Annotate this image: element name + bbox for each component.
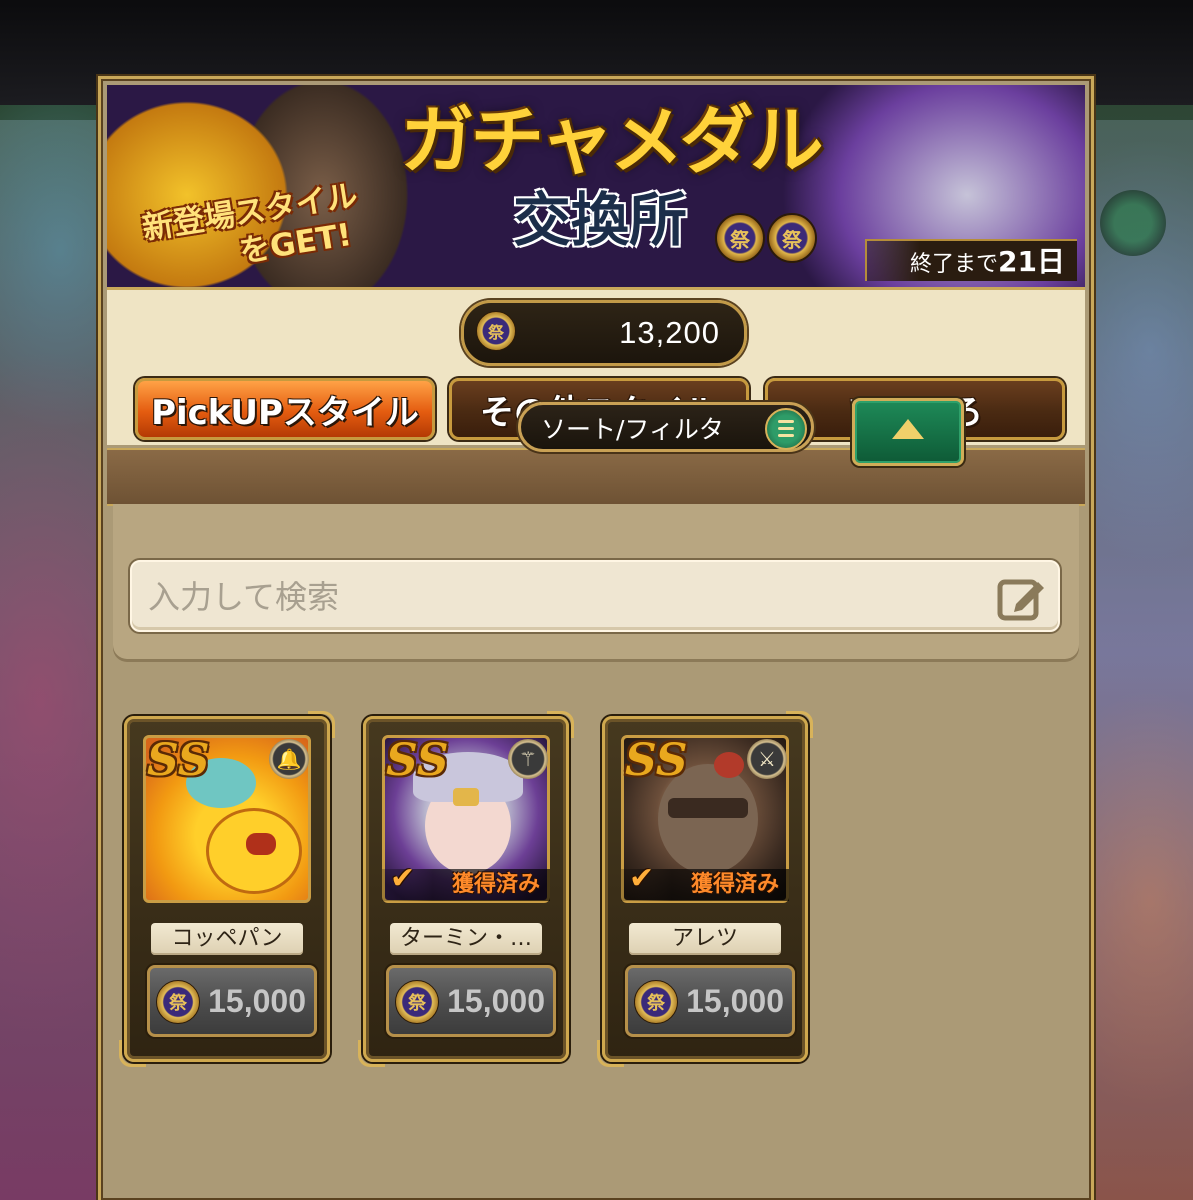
staff-icon: ⚚ xyxy=(508,739,548,779)
ornament xyxy=(786,711,813,738)
acquired-badge: ✔ 獲得済み xyxy=(621,863,789,901)
price-value: 15,000 xyxy=(686,983,784,1019)
banner-tagline: 新登場スタイル をGET! xyxy=(140,177,361,271)
price-plate: 祭 15,000 xyxy=(386,965,556,1037)
check-icon: ✔ xyxy=(390,861,416,896)
medal-balance: 祭 13,200 xyxy=(461,300,747,366)
rank-badge: SS xyxy=(386,735,449,786)
background-right xyxy=(1093,105,1193,1200)
sort-filter-button[interactable]: ソート/フィルタ xyxy=(518,402,814,452)
price-plate: 祭 15,000 xyxy=(625,965,795,1037)
rank-badge: SS xyxy=(147,735,210,786)
event-countdown: 終了まで21日 xyxy=(865,239,1077,281)
character-name: ターミン・… xyxy=(390,923,542,955)
menu-icon xyxy=(765,408,807,450)
style-card[interactable]: SS 🔔 コッペパン 祭 15,000 xyxy=(119,711,335,1067)
medal-icon: 祭 xyxy=(767,213,817,263)
festival-medal-icon: 祭 xyxy=(156,980,200,1024)
medal-icon: 祭 xyxy=(715,213,765,263)
collapse-button[interactable] xyxy=(852,398,964,466)
medal-balance-value: 13,200 xyxy=(619,315,720,350)
edit-icon[interactable] xyxy=(994,570,1050,626)
sort-filter-label: ソート/フィルタ xyxy=(541,415,724,444)
festival-medal-icon: 祭 xyxy=(395,980,439,1024)
price-value: 15,000 xyxy=(208,983,306,1019)
ornament xyxy=(597,1040,624,1067)
check-icon: ✔ xyxy=(629,861,655,896)
ornament xyxy=(358,1040,385,1067)
bell-icon: 🔔 xyxy=(269,739,309,779)
ornament xyxy=(119,1040,146,1067)
event-banner: ガチャメダル 交換所 祭 祭 新登場スタイル をGET! 終了まで21日 xyxy=(107,85,1085,290)
tab-pickup-style[interactable]: PickUPスタイル xyxy=(135,378,435,440)
price-value: 15,000 xyxy=(447,983,545,1019)
triangle-up-icon xyxy=(892,419,924,439)
style-card[interactable]: SS ⚚ ✔ 獲得済み ターミン・… 祭 15,000 xyxy=(358,711,574,1067)
search-field[interactable] xyxy=(130,560,1060,632)
character-name: アレツ xyxy=(629,923,781,955)
banner-subtitle: 交換所 xyxy=(512,186,687,254)
background-left xyxy=(0,105,98,1200)
sword-icon: ⚔ xyxy=(747,739,787,779)
price-plate: 祭 15,000 xyxy=(147,965,317,1037)
character-name: コッペパン xyxy=(151,923,303,955)
style-card[interactable]: SS ⚔ ✔ 獲得済み アレツ 祭 15,000 xyxy=(597,711,813,1067)
search-input[interactable] xyxy=(146,570,990,624)
rank-badge: SS xyxy=(625,735,688,786)
ornament xyxy=(547,711,574,738)
acquired-badge: ✔ 獲得済み xyxy=(382,863,550,901)
festival-medal-icon: 祭 xyxy=(476,311,516,351)
banner-title: ガチャメダル xyxy=(400,98,823,184)
ornament xyxy=(308,711,335,738)
background-button xyxy=(1100,190,1166,256)
festival-medal-icon: 祭 xyxy=(634,980,678,1024)
